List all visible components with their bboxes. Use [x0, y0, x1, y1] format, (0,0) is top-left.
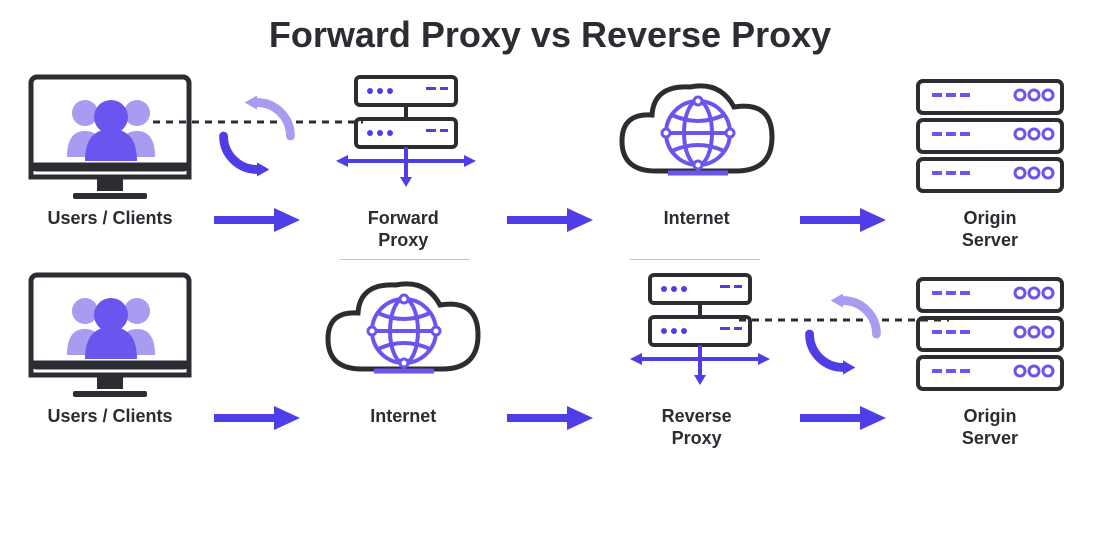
forward-proxy-node: Forward Proxy [313, 66, 493, 251]
origin-node: Origin Server [900, 264, 1080, 449]
monitor-users-icon [25, 269, 195, 399]
load-balancer-icon [622, 269, 772, 399]
internet-label: Internet [664, 208, 730, 230]
arrow-cell [212, 264, 302, 432]
diagram-root: Forward Proxy vs Reverse Proxy [0, 0, 1100, 550]
origin-node: Origin Server [900, 66, 1080, 251]
server-stack-icon [910, 271, 1070, 397]
arrow-icon [505, 404, 595, 432]
arrow-cell [505, 264, 595, 432]
arrow-icon [798, 206, 888, 234]
sync-icon [213, 92, 301, 180]
arrow-icon [212, 404, 302, 432]
sync-icon [799, 290, 887, 378]
users-node: Users / Clients [20, 264, 200, 428]
sync-and-arrow [798, 264, 888, 432]
reverse-proxy-row: Users / Clients [20, 264, 1080, 449]
users-node: Users / Clients [20, 66, 200, 230]
internet-label: Internet [370, 406, 436, 428]
page-title: Forward Proxy vs Reverse Proxy [20, 14, 1080, 56]
server-stack-icon [910, 73, 1070, 199]
internet-node: Internet [607, 66, 787, 230]
arrow-icon [505, 206, 595, 234]
internet-cloud-icon [612, 71, 782, 201]
separator [20, 259, 1080, 260]
monitor-users-icon [25, 71, 195, 201]
origin-label: Origin Server [962, 406, 1018, 449]
forward-proxy-label: Forward Proxy [368, 208, 439, 251]
arrow-cell [505, 66, 595, 234]
load-balancer-icon [328, 71, 478, 201]
forward-proxy-row: Users / Clients [20, 66, 1080, 251]
internet-cloud-icon [318, 269, 488, 399]
arrow-icon [212, 206, 302, 234]
reverse-proxy-label: Reverse Proxy [662, 406, 732, 449]
reverse-proxy-node: Reverse Proxy [607, 264, 787, 449]
internet-node: Internet [313, 264, 493, 428]
users-label: Users / Clients [47, 208, 172, 230]
sync-and-arrow [212, 66, 302, 234]
users-label: Users / Clients [47, 406, 172, 428]
origin-label: Origin Server [962, 208, 1018, 251]
arrow-cell [798, 66, 888, 234]
arrow-icon [798, 404, 888, 432]
